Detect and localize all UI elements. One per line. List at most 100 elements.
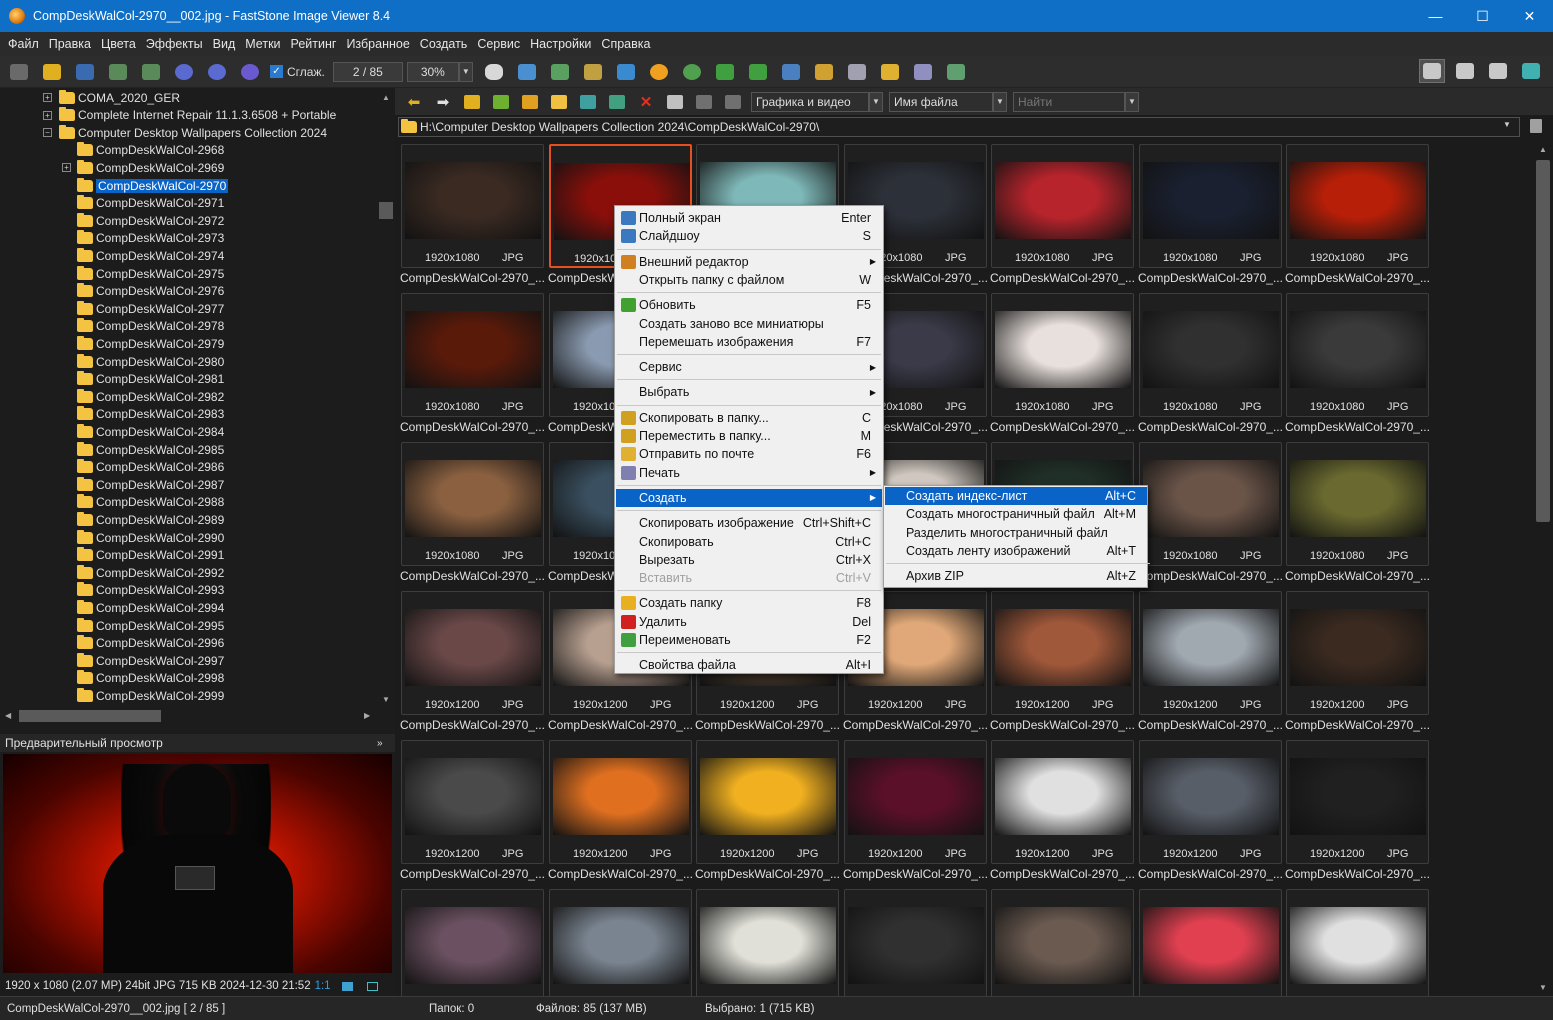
thumbnail-cell[interactable] xyxy=(549,889,692,996)
thumbnail-filename[interactable]: CompDeskWalCol-2970_... xyxy=(400,569,545,585)
tree-item[interactable]: CompDeskWalCol-2999 xyxy=(77,687,224,704)
thumbnail-cell[interactable]: 1920x1080 JPG xyxy=(1286,293,1429,417)
menu-tools[interactable]: Сервис xyxy=(472,37,525,51)
scroll-up-icon[interactable]: ▲ xyxy=(1539,145,1547,154)
resize-button[interactable] xyxy=(580,60,606,84)
nav-forward-button[interactable]: ➡ xyxy=(432,92,454,112)
menu-item-перемешать-изображения[interactable]: Перемешать изображения F7 xyxy=(616,333,882,351)
tree-item[interactable]: CompDeskWalCol-2974 xyxy=(77,247,224,264)
thumbnail-cell[interactable]: 1920x1200 JPG xyxy=(991,591,1134,715)
menu-rating[interactable]: Рейтинг xyxy=(286,37,342,51)
delete-button[interactable]: ✕ xyxy=(635,92,657,112)
tree-item[interactable]: CompDeskWalCol-2972 xyxy=(77,212,224,229)
thumbnail-filename[interactable]: CompDeskWalCol-2970_... xyxy=(843,718,988,734)
thumbnail-filename[interactable]: CompDeskWalCol-2970_... xyxy=(1138,569,1283,585)
menu-item-сервис[interactable]: Сервис ▶ xyxy=(616,358,882,376)
thumbnail-cell[interactable]: 1920x1200 JPG xyxy=(991,740,1134,864)
recycle-bin-icon[interactable] xyxy=(1530,119,1542,133)
acquire-button[interactable] xyxy=(6,60,32,84)
menu-create[interactable]: Создать xyxy=(415,37,473,51)
thumbnail-cell[interactable]: 1920x1080 JPG xyxy=(1139,442,1282,566)
monitor-icon[interactable] xyxy=(341,981,353,991)
tree-item[interactable]: CompDeskWalCol-2984 xyxy=(77,423,224,440)
copy-to-button[interactable] xyxy=(577,92,599,112)
new-folder-button[interactable] xyxy=(548,92,570,112)
menu-help[interactable]: Справка xyxy=(596,37,655,51)
thumbnail-cell[interactable]: 1920x1080 JPG xyxy=(401,144,544,268)
save-button[interactable] xyxy=(72,60,98,84)
nav-back-button[interactable]: ⬅ xyxy=(403,92,425,112)
view-tiles-button[interactable] xyxy=(722,92,744,112)
forward-button[interactable] xyxy=(138,60,164,84)
tree-item[interactable]: CompDeskWalCol-2980 xyxy=(77,353,224,370)
scroll-down-icon[interactable]: ▼ xyxy=(1539,983,1547,992)
menu-item-переместить-в-папку[interactable]: Переместить в папку... M xyxy=(616,427,882,445)
scroll-thumb[interactable] xyxy=(1536,160,1550,522)
tree-item[interactable]: CompDeskWalCol-2971 xyxy=(77,195,224,212)
menu-item-создать-многостраничный-файл[interactable]: Создать многостраничный файл Alt+M xyxy=(885,505,1147,523)
thumbnail-filename[interactable]: CompDeskWalCol-2970_... xyxy=(1285,867,1430,883)
menu-item-внешний-редактор[interactable]: Внешний редактор ▶ xyxy=(616,253,882,271)
preview-header[interactable]: Предварительный просмотр » xyxy=(0,734,395,752)
menu-item-переименовать[interactable]: Переименовать F2 xyxy=(616,631,882,649)
refresh-folder-button[interactable] xyxy=(490,92,512,112)
menu-settings[interactable]: Настройки xyxy=(525,37,596,51)
thumbnail-filename[interactable]: CompDeskWalCol-2970_... xyxy=(1138,420,1283,436)
slideshow-button[interactable] xyxy=(811,60,837,84)
thumbnail-cell[interactable]: 1920x1200 JPG xyxy=(1286,591,1429,715)
folder-tree[interactable]: + COMA_2020_GER + Complete Internet Repair … xyxy=(0,88,377,708)
fit-icon[interactable] xyxy=(366,981,378,991)
context-menu[interactable]: Полный экран Enter Слайдшоу S Внешний редакт… xyxy=(614,205,884,674)
email-button[interactable] xyxy=(877,60,903,84)
hand-tool-button[interactable] xyxy=(481,60,507,84)
page-counter[interactable]: 2 / 85 xyxy=(332,61,403,82)
menu-colors[interactable]: Цвета xyxy=(96,37,141,51)
print-button[interactable] xyxy=(910,60,936,84)
thumbnail-cell[interactable] xyxy=(401,889,544,996)
filter-combo[interactable]: Графика и видео xyxy=(751,91,869,112)
scroll-left-icon[interactable]: ◀ xyxy=(5,711,11,720)
thumbnail-filename[interactable]: CompDeskWalCol-2970_... xyxy=(400,718,545,734)
tree-item[interactable]: CompDeskWalCol-2997 xyxy=(77,652,224,669)
tree-item[interactable]: CompDeskWalCol-2990 xyxy=(77,529,224,546)
tree-item[interactable]: CompDeskWalCol-2994 xyxy=(77,599,224,616)
tree-item[interactable]: CompDeskWalCol-2975 xyxy=(77,265,224,282)
tree-expander-icon[interactable]: − xyxy=(43,128,52,138)
view-list-button[interactable] xyxy=(693,92,715,112)
layout-thumbs-button[interactable] xyxy=(1452,59,1478,83)
menu-item-создать-ленту-изображений[interactable]: Создать ленту изображений Alt+T xyxy=(885,542,1147,560)
compare-button[interactable] xyxy=(778,60,804,84)
thumbnail-cell[interactable]: 1920x1080 JPG xyxy=(1139,144,1282,268)
tree-item[interactable]: CompDeskWalCol-2976 xyxy=(77,283,224,300)
thumbnail-cell[interactable]: 1920x1080 JPG xyxy=(991,144,1134,268)
browser-vertical-scrollbar[interactable]: ▲ ▼ xyxy=(1533,140,1553,996)
thumbnail-cell[interactable]: 1920x1080 JPG xyxy=(1139,293,1282,417)
menu-effects[interactable]: Эффекты xyxy=(141,37,208,51)
thumbnail-filename[interactable]: CompDeskWalCol-2970_... xyxy=(990,867,1135,883)
menu-item-обновить[interactable]: Обновить F5 xyxy=(616,296,882,314)
menu-item-печать[interactable]: Печать ▶ xyxy=(616,464,882,482)
filter-dropdown-icon[interactable]: ▼ xyxy=(869,91,883,112)
scan-button[interactable] xyxy=(844,60,870,84)
search-input[interactable]: Найти xyxy=(1013,91,1125,112)
menu-item-полный-экран[interactable]: Полный экран Enter xyxy=(616,209,882,227)
menu-item-отправить-по-почте[interactable]: Отправить по почте F6 xyxy=(616,445,882,463)
menu-item-скопировать-изображение[interactable]: Скопировать изображение Ctrl+Shift+C xyxy=(616,514,882,532)
brightness-button[interactable] xyxy=(646,60,672,84)
thumbnail-cell[interactable]: 1920x1200 JPG xyxy=(401,740,544,864)
minimize-button[interactable]: — xyxy=(1412,0,1459,32)
thumbnail-cell[interactable]: 1920x1200 JPG xyxy=(1139,591,1282,715)
menu-view[interactable]: Вид xyxy=(208,37,241,51)
tree-item[interactable]: CompDeskWalCol-2981 xyxy=(77,371,224,388)
tree-item[interactable]: CompDeskWalCol-2969 xyxy=(77,159,224,176)
zoom-out-button[interactable] xyxy=(204,60,230,84)
thumbnail-cell[interactable]: 1920x1200 JPG xyxy=(844,740,987,864)
tree-expander-icon[interactable]: + xyxy=(43,93,52,102)
thumbnail-filename[interactable]: CompDeskWalCol-2970_... xyxy=(1138,271,1283,287)
zoom-in-button[interactable] xyxy=(171,60,197,84)
thumbnail-cell[interactable] xyxy=(844,889,987,996)
maximize-button[interactable]: ☐ xyxy=(1459,0,1506,32)
filmstrip-button[interactable] xyxy=(514,60,540,84)
tree-item[interactable]: Complete Internet Repair 11.1.3.6508 + P… xyxy=(59,107,336,124)
tree-item[interactable]: CompDeskWalCol-2978 xyxy=(77,318,224,335)
